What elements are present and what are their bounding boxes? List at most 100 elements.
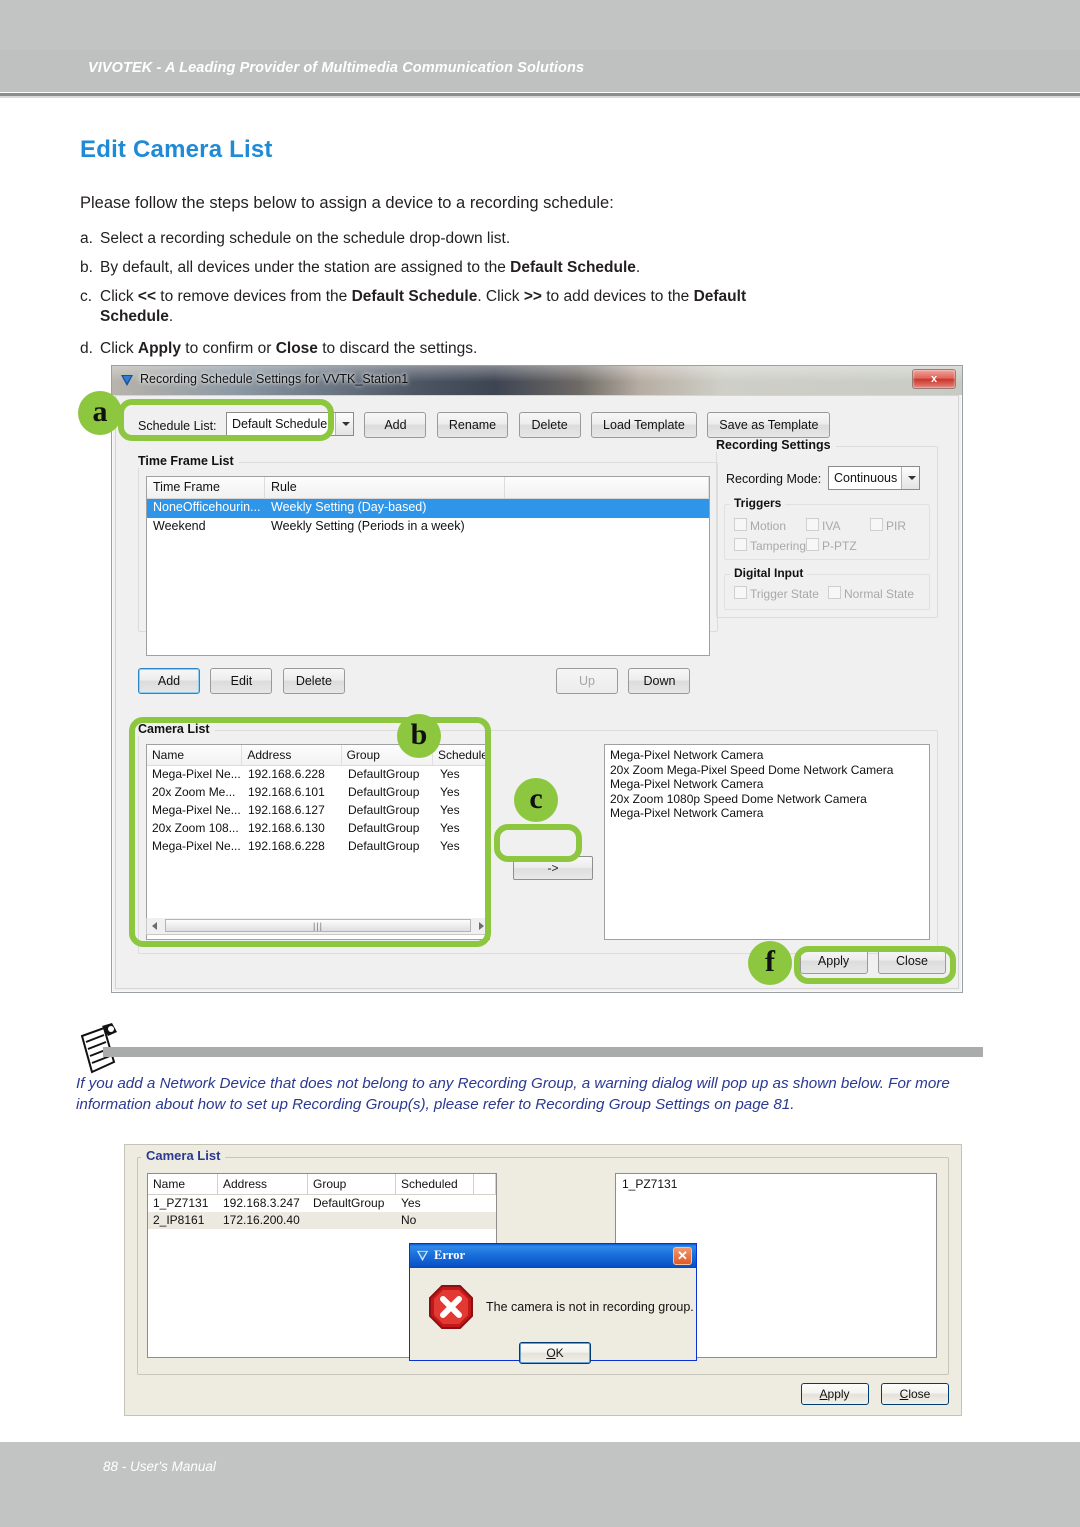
checkbox-trigger-state[interactable]: Trigger State (734, 586, 819, 601)
step-c-bold-1: << (137, 288, 156, 305)
step-d-label: d. (80, 340, 93, 357)
delete-schedule-button[interactable]: Delete (518, 412, 581, 438)
callout-badge-a: a (78, 391, 122, 435)
add-schedule-button[interactable]: Add (364, 412, 427, 438)
note-divider-bar (103, 1047, 983, 1057)
step-d-text-2: to confirm or (180, 340, 276, 357)
chevron-down-icon (901, 467, 919, 489)
page-title: Edit Camera List (80, 136, 273, 163)
time-frame-table-header: Time Frame Rule (147, 477, 709, 499)
error-dialog-body: The camera is not in recording group. OK (412, 1270, 694, 1364)
step-d: d. Click Apply to confirm or Close to dis… (80, 339, 477, 359)
step-c-text-1: Click (100, 288, 138, 305)
apply-button-2[interactable]: Apply (800, 1383, 869, 1405)
list-item[interactable]: 20x Zoom Mega-Pixel Speed Dome Network C… (610, 763, 924, 778)
error-dialog-title: Error (434, 1248, 466, 1262)
step-c-text-3: . Click (477, 288, 524, 305)
recording-mode-label: Recording Mode: (726, 472, 822, 486)
table-row[interactable]: Weekend Weekly Setting (Periods in a wee… (147, 518, 709, 537)
column-header-blank (505, 477, 709, 498)
time-frame-list-group: Time Frame List Time Frame Rule NoneOffi… (138, 454, 718, 656)
list-item[interactable]: Mega-Pixel Network Camera (610, 748, 924, 763)
step-c-text-2: to remove devices from the (156, 288, 352, 305)
column-header-group: Group (308, 1174, 396, 1194)
rename-schedule-button[interactable]: Rename (436, 412, 509, 438)
header-divider-light (0, 96, 1080, 98)
callout-ring-a (118, 399, 334, 441)
cell-group (308, 1212, 396, 1229)
step-b-text-2: . (635, 259, 641, 276)
step-d-text-3: to discard the settings. (317, 340, 478, 357)
vivotek-logo-icon (416, 1250, 429, 1262)
step-c-label: c. (80, 288, 93, 305)
column-header-name: Name (148, 1174, 218, 1194)
close-icon[interactable]: ✕ (673, 1247, 692, 1265)
list-item[interactable]: Mega-Pixel Network Camera (610, 806, 924, 821)
edit-time-frame-button[interactable]: Edit (210, 668, 273, 694)
camera-list-title-2: Camera List (141, 1148, 226, 1163)
column-header-address: Address (218, 1174, 308, 1194)
checkbox-tampering[interactable]: Tampering (734, 538, 806, 553)
step-c: c. Click << to remove devices from the De… (80, 287, 1010, 328)
cell-address: 172.16.200.40 (223, 1213, 300, 1227)
step-b-bold-1: Default Schedule (510, 259, 636, 276)
callout-ring-c (494, 824, 582, 862)
time-frame-table[interactable]: Time Frame Rule NoneOfficehourin... Week… (146, 476, 710, 656)
recording-mode-value: Continuous (834, 471, 898, 485)
step-a-text: Select a recording schedule on the sched… (100, 230, 511, 247)
step-c-cont-text: . (168, 308, 174, 326)
column-header-scheduled: Scheduled (396, 1174, 474, 1194)
step-a: a. Select a recording schedule on the sch… (80, 229, 510, 249)
cell-time-frame: NoneOfficehourin... (153, 500, 261, 514)
table-row[interactable]: NoneOfficehourin... Weekly Setting (Day-… (147, 499, 709, 518)
list-item[interactable]: Mega-Pixel Network Camera (610, 777, 924, 792)
add-time-frame-button[interactable]: Add (138, 668, 200, 694)
triggers-title: Triggers (730, 496, 786, 510)
move-down-button[interactable]: Down (628, 668, 691, 694)
step-b-text-1: By default, all devices under the statio… (100, 259, 511, 276)
close-button-2[interactable]: Close (881, 1383, 949, 1405)
cell-time-frame: Weekend (153, 519, 206, 533)
page-footer (0, 1442, 1080, 1527)
note-text: If you add a Network Device that does no… (76, 1075, 950, 1114)
step-b: b. By default, all devices under the stat… (80, 258, 640, 278)
step-c-bold-3: >> (523, 288, 542, 305)
checkbox-iva[interactable]: IVA (806, 518, 840, 533)
digital-input-group: Digital Input Trigger State Normal State (724, 566, 930, 610)
callout-badge-f: f (748, 941, 792, 985)
close-icon[interactable]: x (912, 369, 956, 389)
cell-address: 192.168.3.247 (223, 1196, 300, 1210)
table-row[interactable]: 1_PZ7131 192.168.3.247 DefaultGroup Yes (148, 1195, 496, 1212)
recording-mode-select[interactable]: Continuous (828, 466, 920, 490)
error-dialog: Error ✕ The camera is not in recording g… (409, 1243, 697, 1364)
recording-settings-group: Recording Settings Recording Mode: Conti… (716, 438, 938, 618)
checkbox-p-ptz[interactable]: P-PTZ (806, 538, 857, 553)
save-as-template-button[interactable]: Save as Template (707, 412, 831, 438)
ok-button[interactable]: OK (519, 1342, 591, 1364)
load-template-button[interactable]: Load Template (591, 412, 697, 438)
page-header-band (0, 0, 1080, 50)
footer-page-label: 88 - User's Manual (103, 1459, 216, 1474)
step-d-bold-1: Apply (137, 340, 181, 357)
checkbox-motion[interactable]: Motion (734, 518, 786, 533)
cell-name: 2_IP8161 (153, 1213, 205, 1227)
chevron-down-icon (334, 413, 353, 435)
dialog-title: Recording Schedule Settings for VVTK_Sta… (140, 372, 409, 386)
cell-rule: Weekly Setting (Periods in a week) (271, 519, 465, 533)
callout-ring-b (129, 717, 491, 947)
delete-time-frame-button[interactable]: Delete (282, 668, 345, 694)
step-c-continuation: Schedule. (100, 307, 1010, 327)
dialog-title-bar: Recording Schedule Settings for VVTK_Sta… (112, 366, 962, 395)
step-a-label: a. (80, 230, 93, 247)
apply-label-2: pply (827, 1387, 850, 1401)
checkbox-normal-state[interactable]: Normal State (828, 586, 914, 601)
move-up-button[interactable]: Up (556, 668, 618, 694)
list-item[interactable]: 1_PZ7131 (622, 1177, 930, 1191)
selected-camera-list[interactable]: Mega-Pixel Network Camera 20x Zoom Mega-… (604, 744, 930, 940)
triggers-group: Triggers Motion IVA PIR Tampering P-PTZ (724, 496, 930, 560)
table-row[interactable]: 2_IP8161 172.16.200.40 No (148, 1212, 496, 1229)
time-frame-list-title: Time Frame List (138, 454, 239, 468)
list-item[interactable]: 20x Zoom 1080p Speed Dome Network Camera (610, 792, 924, 807)
cell-scheduled: Yes (401, 1196, 421, 1210)
checkbox-pir[interactable]: PIR (870, 518, 906, 533)
